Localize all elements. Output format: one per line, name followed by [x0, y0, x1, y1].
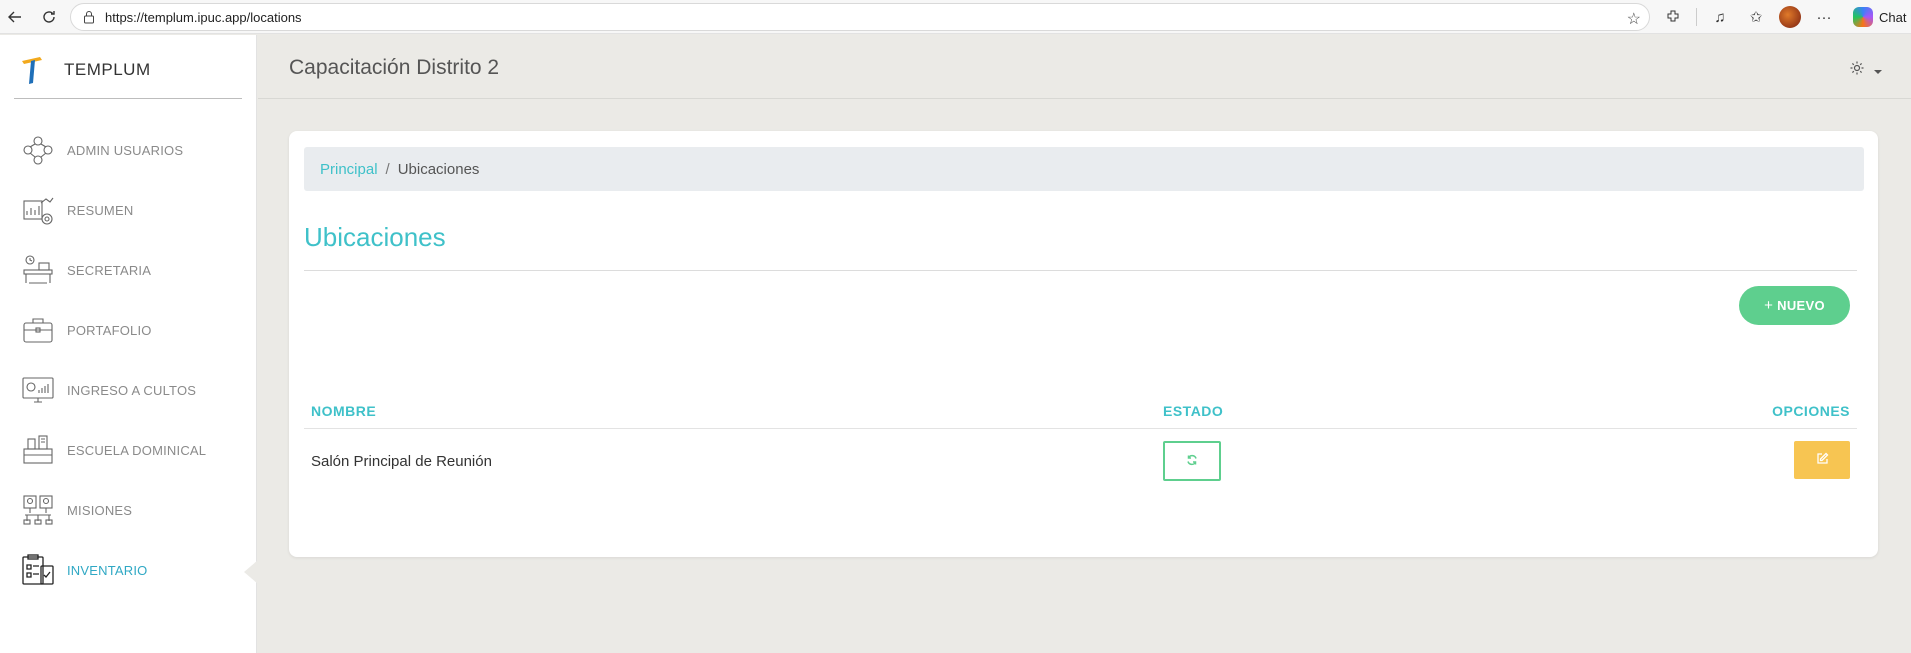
sidebar-item-label: MISIONES [67, 502, 133, 518]
sidebar-item-label: SECRETARIA [67, 262, 152, 278]
sidebar-item-secretaria[interactable]: SECRETARIA [0, 240, 257, 300]
column-header-opciones: OPCIONES [1772, 403, 1850, 419]
report-chart-icon [20, 192, 56, 228]
favorite-star-icon[interactable]: ☆ [1627, 9, 1641, 29]
reload-icon[interactable] [36, 4, 62, 30]
breadcrumb-home-link[interactable]: Principal [320, 161, 378, 178]
lock-icon [81, 9, 97, 25]
column-header-nombre: NOMBRE [311, 403, 377, 419]
sidebar-item-label: INGRESO A CULTOS [67, 382, 197, 398]
sidebar-item-label: INVENTARIO [67, 562, 148, 578]
locations-card: Principal / Ubicaciones Ubicaciones + NU… [289, 131, 1878, 557]
breadcrumb-separator: / [385, 160, 390, 178]
inventory-clipboard-icon [20, 552, 56, 588]
sidebar-item-misiones[interactable]: MISIONES [0, 480, 257, 540]
table-row: Salón Principal de Reunión [304, 429, 1857, 495]
page-header: Capacitación Distrito 2 [258, 35, 1911, 99]
table-header: NOMBRE ESTADO OPCIONES [304, 395, 1857, 429]
edit-location-button[interactable] [1794, 441, 1850, 479]
page-title: Ubicaciones [304, 222, 446, 252]
sidebar-item-ingreso-a-cultos[interactable]: INGRESO A CULTOS [0, 360, 257, 420]
sidebar-item-label: ESCUELA DOMINICAL [67, 442, 207, 458]
monitor-stats-icon [20, 372, 56, 408]
sidebar-item-portafolio[interactable]: PORTAFOLIO [0, 300, 257, 360]
sidebar-item-label: RESUMEN [67, 202, 134, 218]
sidebar-item-admin-usuarios[interactable]: ADMIN USUARIOS [0, 120, 257, 180]
browser-actions: ♫ ✩ ··· Chat [1660, 4, 1911, 30]
plus-icon: + [1764, 297, 1774, 314]
sidebar-item-resumen[interactable]: RESUMEN [0, 180, 257, 240]
breadcrumb: Principal / Ubicaciones [304, 147, 1864, 191]
toggle-status-button[interactable] [1163, 441, 1221, 481]
sidebar-nav: ADMIN USUARIOS RESUMEN SECRETARIA PORTAF… [0, 120, 258, 600]
copilot-icon [1853, 7, 1873, 27]
settings-dropdown[interactable] [1849, 60, 1883, 81]
url-text: https://templum.ipuc.app/locations [105, 9, 302, 25]
address-bar[interactable]: https://templum.ipuc.app/locations ☆ [70, 3, 1650, 31]
refresh-icon [1186, 453, 1198, 470]
extensions-icon[interactable] [1660, 4, 1686, 30]
people-hierarchy-icon [20, 492, 56, 528]
chevron-down-icon [1873, 62, 1883, 80]
edit-icon [1816, 452, 1829, 469]
brand[interactable]: TEMPLUM [14, 51, 242, 99]
users-network-icon [20, 132, 56, 168]
classroom-desk-icon [20, 432, 56, 468]
desk-clock-icon [20, 252, 56, 288]
collections-star-icon[interactable]: ✩ [1743, 4, 1769, 30]
sidebar-item-escuela-dominical[interactable]: ESCUELA DOMINICAL [0, 420, 257, 480]
title-divider [304, 270, 1857, 271]
browser-toolbar: https://templum.ipuc.app/locations ☆ ♫ ✩… [0, 0, 1911, 34]
more-menu-icon[interactable]: ··· [1811, 4, 1837, 30]
new-button-label: NUEVO [1777, 298, 1825, 313]
chat-label: Chat [1879, 9, 1907, 25]
column-header-estado: ESTADO [1163, 403, 1224, 419]
new-location-button[interactable]: + NUEVO [1739, 286, 1850, 325]
brand-name: TEMPLUM [64, 60, 151, 79]
organization-title: Capacitación Distrito 2 [289, 56, 500, 79]
location-name: Salón Principal de Reunión [311, 453, 492, 470]
gear-icon [1849, 60, 1865, 81]
profile-avatar[interactable] [1779, 6, 1801, 28]
chat-button[interactable]: Chat [1847, 7, 1911, 27]
breadcrumb-current: Ubicaciones [397, 160, 480, 178]
templum-logo-icon [22, 57, 42, 84]
sidebar-item-inventario[interactable]: INVENTARIO [0, 540, 258, 600]
sidebar: TEMPLUM ADMIN USUARIOS RESUMEN SECRETARI… [0, 35, 258, 653]
back-arrow-icon[interactable] [2, 4, 28, 30]
sidebar-item-label: PORTAFOLIO [67, 322, 152, 338]
media-icon[interactable]: ♫ [1707, 4, 1733, 30]
briefcase-icon [20, 312, 56, 348]
sidebar-item-label: ADMIN USUARIOS [67, 142, 184, 158]
toolbar-divider [1696, 8, 1697, 26]
